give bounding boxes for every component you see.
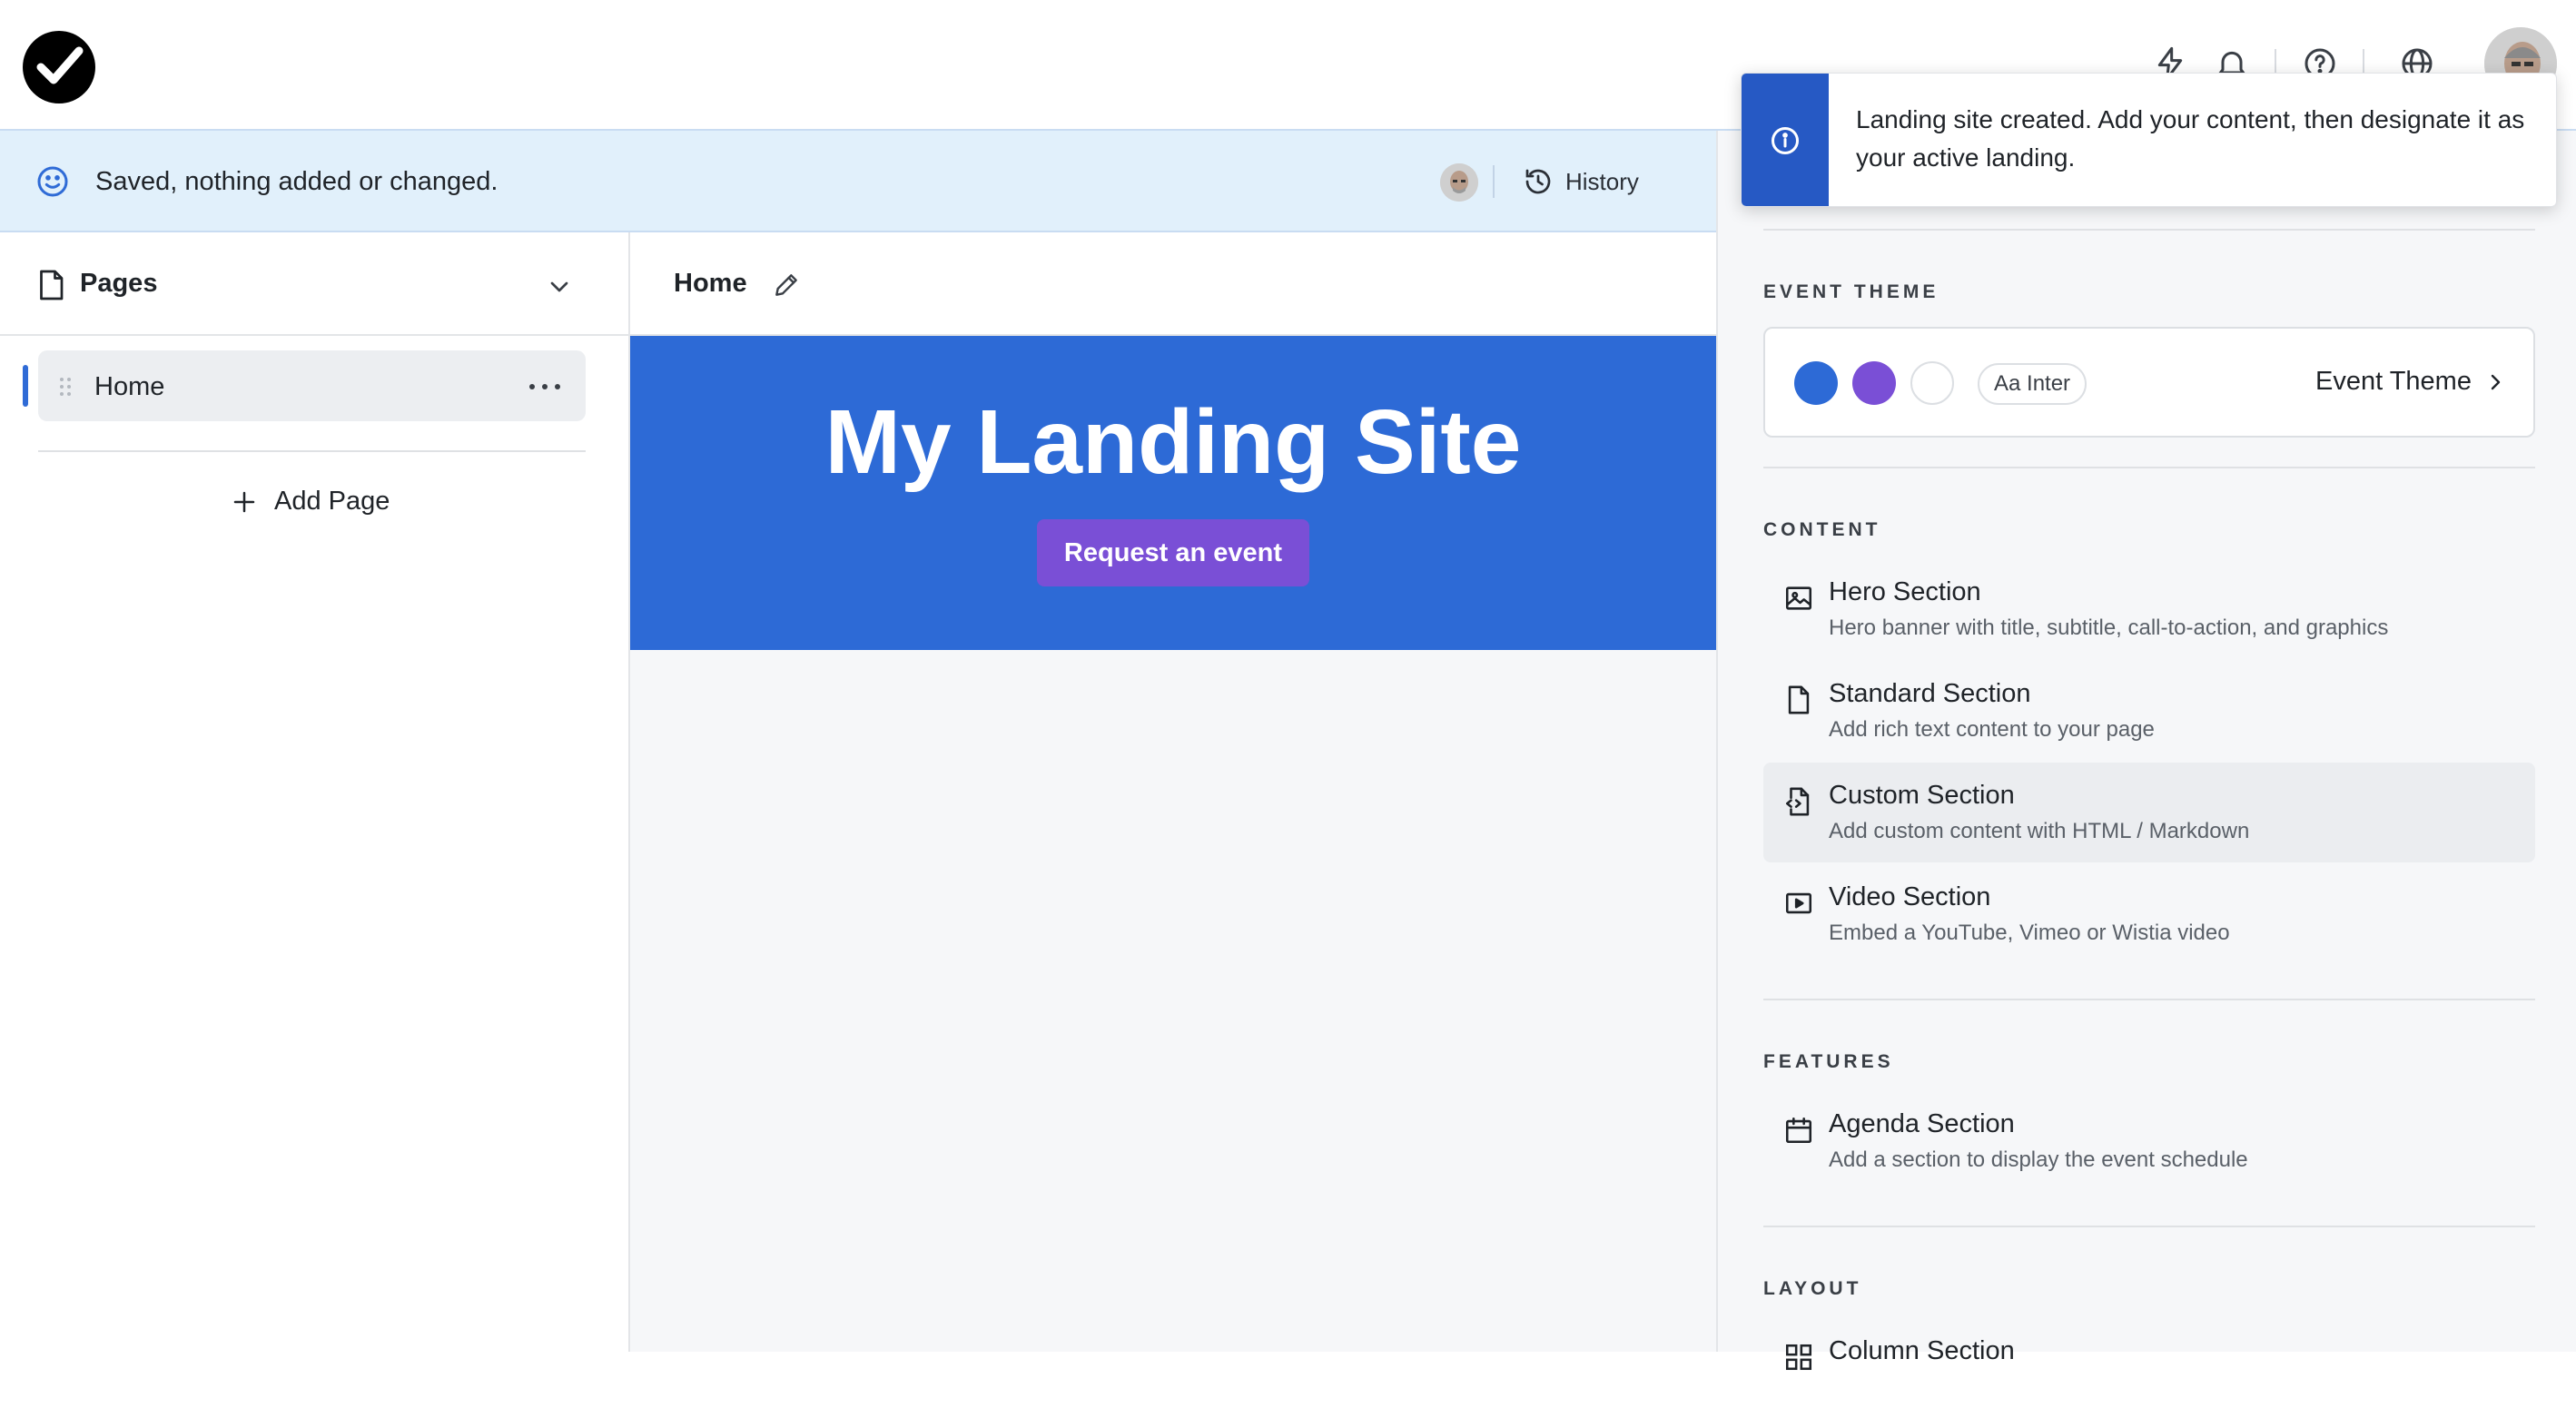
event-theme-link-label: Event Theme — [2315, 367, 2472, 396]
item-description: Add rich text content to your page — [1829, 717, 2155, 742]
pages-title: Pages — [80, 269, 158, 298]
event-theme-heading: EVENT THEME — [1763, 281, 1939, 302]
theme-swatch-primary — [1794, 361, 1838, 405]
section-divider — [1763, 229, 2535, 231]
hero-banner[interactable]: My Landing Site Request an event — [630, 336, 1716, 650]
columns-icon — [1783, 1342, 1814, 1373]
page-item-home[interactable]: Home — [38, 350, 586, 421]
standard-section-item[interactable]: Standard Section Add rich text content t… — [1763, 661, 2535, 761]
page-preview: Home My Landing Site Request an event — [630, 232, 1716, 1352]
more-options-icon[interactable] — [527, 376, 563, 398]
collaborator-avatar[interactable] — [1440, 163, 1478, 202]
column-section-item[interactable]: Column Section — [1763, 1318, 2535, 1418]
agenda-section-item[interactable]: Agenda Section Add a section to display … — [1763, 1091, 2535, 1191]
item-description: Add custom content with HTML / Markdown — [1829, 819, 2250, 843]
info-icon — [1772, 127, 1799, 154]
event-theme-link[interactable]: Event Theme — [2315, 367, 2506, 397]
theme-swatch-background — [1910, 361, 1954, 405]
plus-icon — [233, 491, 255, 512]
section-divider — [1763, 1226, 2535, 1227]
save-status-text: Saved, nothing added or changed. — [95, 167, 498, 196]
pages-header[interactable]: Pages — [0, 232, 628, 336]
savebar-divider — [1493, 165, 1495, 198]
custom-section-item[interactable]: Custom Section Add custom content with H… — [1763, 763, 2535, 862]
pages-divider — [38, 450, 586, 452]
video-section-item[interactable]: Video Section Embed a YouTube, Vimeo or … — [1763, 864, 2535, 964]
section-divider — [1763, 999, 2535, 1000]
theme-font-chip: Aa Inter — [1978, 363, 2087, 405]
item-description: Hero banner with title, subtitle, call-t… — [1829, 615, 2389, 640]
checkmark-logo-icon[interactable] — [23, 31, 95, 103]
section-divider — [1763, 467, 2535, 468]
item-title: Standard Section — [1829, 679, 2031, 708]
history-button[interactable]: History — [1522, 162, 1639, 202]
chevron-right-icon — [2491, 374, 2501, 389]
calendar-icon — [1783, 1115, 1814, 1146]
pencil-icon[interactable] — [772, 271, 801, 300]
item-title: Video Section — [1829, 882, 1991, 911]
item-title: Agenda Section — [1829, 1109, 2015, 1138]
page-item-label: Home — [94, 372, 165, 401]
info-toast[interactable]: Landing site created. Add your content, … — [1741, 73, 2557, 207]
add-page-label: Add Page — [274, 487, 390, 516]
toast-message: Landing site created. Add your content, … — [1856, 105, 2525, 172]
request-event-button[interactable]: Request an event — [1037, 519, 1309, 586]
features-heading: FEATURES — [1763, 1051, 1894, 1072]
video-icon — [1783, 888, 1814, 919]
theme-swatch-secondary — [1852, 361, 1896, 405]
image-icon — [1783, 583, 1814, 614]
drag-handle-icon[interactable] — [58, 376, 73, 398]
item-description: Add a section to display the event sched… — [1829, 1147, 2248, 1172]
toast-accent — [1742, 74, 1829, 206]
add-page-button[interactable]: Add Page — [231, 487, 390, 517]
chevron-down-icon[interactable] — [545, 272, 574, 301]
item-title: Hero Section — [1829, 577, 1981, 606]
document-icon — [1783, 684, 1814, 715]
code-file-icon — [1783, 786, 1814, 817]
preview-page-title: Home — [674, 269, 747, 298]
item-description: Embed a YouTube, Vimeo or Wistia video — [1829, 921, 2230, 945]
active-page-indicator — [23, 365, 28, 407]
hero-title: My Landing Site — [824, 391, 1522, 493]
pages-panel: Pages Home Add Page — [0, 232, 630, 1352]
sections-panel: EVENT THEME Aa Inter Event Theme CONTENT… — [1716, 131, 2576, 1371]
layout-heading: LAYOUT — [1763, 1278, 1862, 1299]
content-heading: CONTENT — [1763, 519, 1881, 540]
history-icon — [1525, 169, 1551, 194]
history-label: History — [1565, 167, 1639, 195]
save-status-bar: Saved, nothing added or changed. History — [0, 131, 1716, 232]
item-title: Custom Section — [1829, 781, 2015, 810]
preview-header: Home — [630, 232, 1716, 336]
document-icon — [36, 269, 65, 301]
smile-icon — [35, 163, 71, 200]
event-theme-card[interactable]: Aa Inter Event Theme — [1763, 327, 2535, 438]
hero-section-item[interactable]: Hero Section Hero banner with title, sub… — [1763, 559, 2535, 659]
